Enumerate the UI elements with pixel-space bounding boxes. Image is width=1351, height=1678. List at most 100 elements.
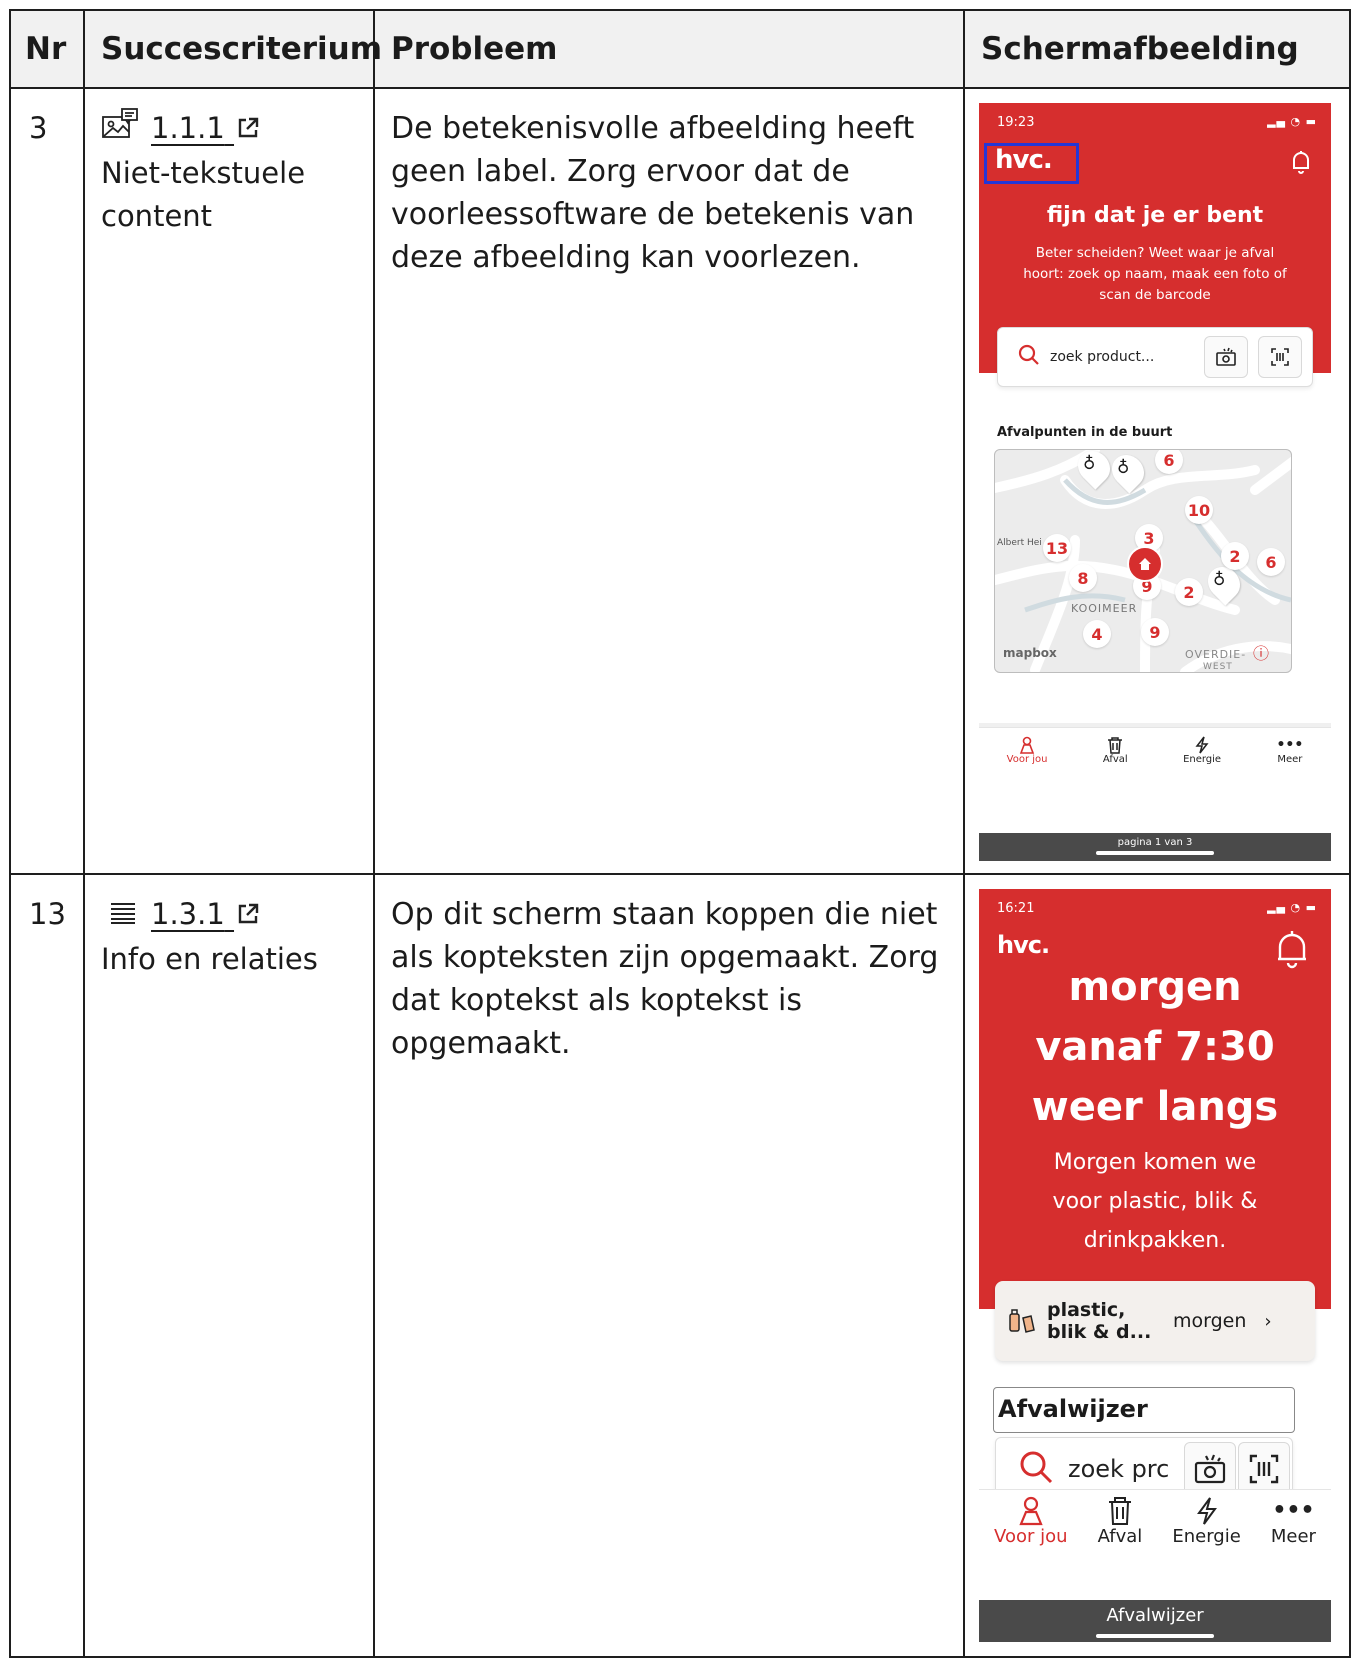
more-icon: •••	[1272, 1498, 1315, 1523]
tab-energie[interactable]: Energie	[1183, 728, 1221, 784]
search-icon	[1018, 1449, 1054, 1489]
subtext-line: voor plastic, blik &	[1052, 1189, 1258, 1214]
row-number: 3	[9, 87, 85, 875]
trash-icon	[1108, 1497, 1131, 1525]
bell-icon[interactable]	[1291, 149, 1311, 179]
tab-label: Voor jou	[1006, 754, 1048, 765]
map-label-albert: Albert Hei	[997, 538, 1042, 548]
search-icon	[1018, 344, 1040, 370]
map-info-icon[interactable]: ⓘ	[1253, 640, 1269, 664]
tab-meer[interactable]: ••• Meer	[1276, 728, 1303, 784]
collection-card[interactable]: plastic, blik & d... morgen ›	[995, 1281, 1315, 1361]
criterion-name: Niet-tekstuele content	[101, 155, 306, 233]
map-label-overdie: OVERDIE-	[1185, 648, 1247, 661]
tab-label: Voor jou	[994, 1526, 1068, 1547]
section-heading: Afvalwijzer	[993, 1387, 1295, 1433]
barcode-button[interactable]	[1238, 1442, 1290, 1496]
map-view[interactable]: Albert Hei KOOIMEER OVERDIE- WEST mapbox…	[994, 449, 1292, 673]
collection-heading: morgen vanaf 7:30 weer langs	[979, 957, 1331, 1137]
hvc-logo: hvc.	[997, 931, 1050, 959]
problem-text: De betekenisvolle afbeelding heeft geen …	[373, 87, 965, 875]
criterion-name: Info en relaties	[101, 941, 318, 976]
chevron-right-icon: ›	[1264, 1310, 1272, 1332]
criterion-link[interactable]: 1.1.1	[151, 107, 260, 152]
problem-text: Op dit scherm staan koppen die niet als …	[373, 873, 965, 1658]
welcome-heading: fijn dat je er bent	[1046, 203, 1264, 228]
tab-label: Energie	[1172, 1526, 1241, 1547]
tab-afval[interactable]: Afval	[1103, 728, 1128, 784]
hvc-logo: hvc.	[995, 145, 1053, 175]
subtext-line: drinkpakken.	[1083, 1228, 1227, 1253]
map-label-west: WEST	[1203, 662, 1233, 672]
card-title-line: blik & d...	[1047, 1321, 1152, 1343]
more-icon: •••	[1276, 737, 1304, 753]
phone-screenshot-1: 19:23 ▂▄ ◔ ▬ hvc. fijn dat je er bent Be…	[979, 103, 1331, 861]
map-count-marker[interactable]: 6	[1257, 548, 1285, 576]
tab-label: Meer	[1277, 754, 1303, 765]
map-count-marker[interactable]: 13	[1043, 534, 1071, 562]
list-lines-icon	[109, 894, 137, 937]
tab-voor-jou[interactable]: Voor jou	[1007, 728, 1048, 784]
map-count-marker[interactable]: 8	[1069, 564, 1097, 592]
tab-bar: Voor jou Afval Energie ••• Meer	[979, 1489, 1331, 1562]
map-count-marker[interactable]: 9	[1141, 618, 1169, 646]
tab-voor-jou[interactable]: Voor jou	[994, 1490, 1068, 1562]
criterion-code: 1.3.1	[151, 897, 225, 931]
status-icons: ▂▄ ◔ ▬	[1267, 901, 1317, 914]
criterion-link[interactable]: 1.3.1	[151, 893, 260, 938]
page-indicator: pagina 1 van 3	[1117, 837, 1193, 848]
search-input[interactable]: zoek product...	[1050, 349, 1204, 365]
heading-line: vanaf 7:30	[1035, 1024, 1275, 1070]
tab-energie[interactable]: Energie	[1172, 1490, 1241, 1562]
map-count-marker[interactable]: 4	[1083, 620, 1111, 648]
barcode-button[interactable]	[1258, 336, 1302, 378]
card-title: plastic, blik & d...	[1047, 1299, 1167, 1343]
screenshot-cell: 16:21 ▂▄ ◔ ▬ hvc. morgen vanaf 7:30 weer…	[963, 873, 1351, 1658]
header-screenshot: Schermafbeelding	[963, 9, 1351, 89]
status-icons: ▂▄ ◔ ▬	[1267, 115, 1317, 128]
image-text-icon	[101, 107, 141, 151]
trash-bag-icon: ♁	[1083, 454, 1096, 474]
search-box[interactable]: zoek product...	[997, 327, 1313, 387]
tab-label: Afval	[1097, 1526, 1143, 1547]
screenshot-cell: 19:23 ▂▄ ◔ ▬ hvc. fijn dat je er bent Be…	[963, 87, 1351, 875]
header-problem: Probleem	[373, 9, 965, 89]
camera-button[interactable]	[1204, 336, 1248, 378]
table-row: 13 1.3.1 Info en relaties Op dit scherm …	[9, 873, 1351, 1658]
external-link-icon	[236, 895, 260, 938]
camera-button[interactable]	[1184, 1442, 1236, 1496]
search-input[interactable]: zoek prc	[1068, 1455, 1180, 1483]
tab-label: Meer	[1270, 1526, 1316, 1547]
tab-meer[interactable]: ••• Meer	[1271, 1490, 1316, 1562]
header-criterion: Succescriterium	[83, 9, 382, 89]
status-time: 16:21	[997, 901, 1035, 916]
lightning-icon	[1195, 736, 1209, 754]
map-count-marker[interactable]: 2	[1221, 542, 1249, 570]
map-label-kooimeer: KOOIMEER	[1071, 602, 1138, 615]
bottom-label: Afvalwijzer	[1106, 1605, 1204, 1626]
criterion-code: 1.1.1	[151, 111, 225, 145]
tab-label: Afval	[1102, 754, 1128, 765]
table-row: 3 1.1.1 Niet-tekstuele content De beteke…	[9, 87, 1351, 875]
trash-bag-icon: ♁	[1117, 458, 1130, 478]
map-title: Afvalpunten in de buurt	[997, 425, 1173, 440]
status-time: 19:23	[997, 115, 1035, 130]
row-number: 13	[9, 873, 85, 1658]
home-indicator	[1096, 1634, 1214, 1638]
phone-screenshot-2: 16:21 ▂▄ ◔ ▬ hvc. morgen vanaf 7:30 weer…	[979, 889, 1331, 1644]
map-count-marker[interactable]: 2	[1175, 578, 1203, 606]
subtext-line: Morgen komen we	[1053, 1150, 1257, 1175]
card-when: morgen	[1173, 1310, 1247, 1332]
heading-line: morgen	[1068, 964, 1242, 1010]
header-nr: Nr	[9, 9, 85, 89]
header-row: Nr Succescriterium Probleem Schermafbeel…	[9, 9, 1351, 89]
tab-label: Energie	[1183, 754, 1222, 765]
criterion-cell: 1.1.1 Niet-tekstuele content	[83, 87, 375, 875]
home-location-marker[interactable]	[1127, 546, 1163, 582]
intro-text: Beter scheiden? Weet waar je afval hoort…	[1023, 245, 1287, 303]
tab-afval[interactable]: Afval	[1097, 1490, 1143, 1562]
person-icon	[1019, 736, 1035, 754]
map-count-marker[interactable]: 10	[1185, 496, 1213, 524]
external-link-icon	[236, 109, 260, 152]
home-indicator	[1096, 851, 1214, 855]
